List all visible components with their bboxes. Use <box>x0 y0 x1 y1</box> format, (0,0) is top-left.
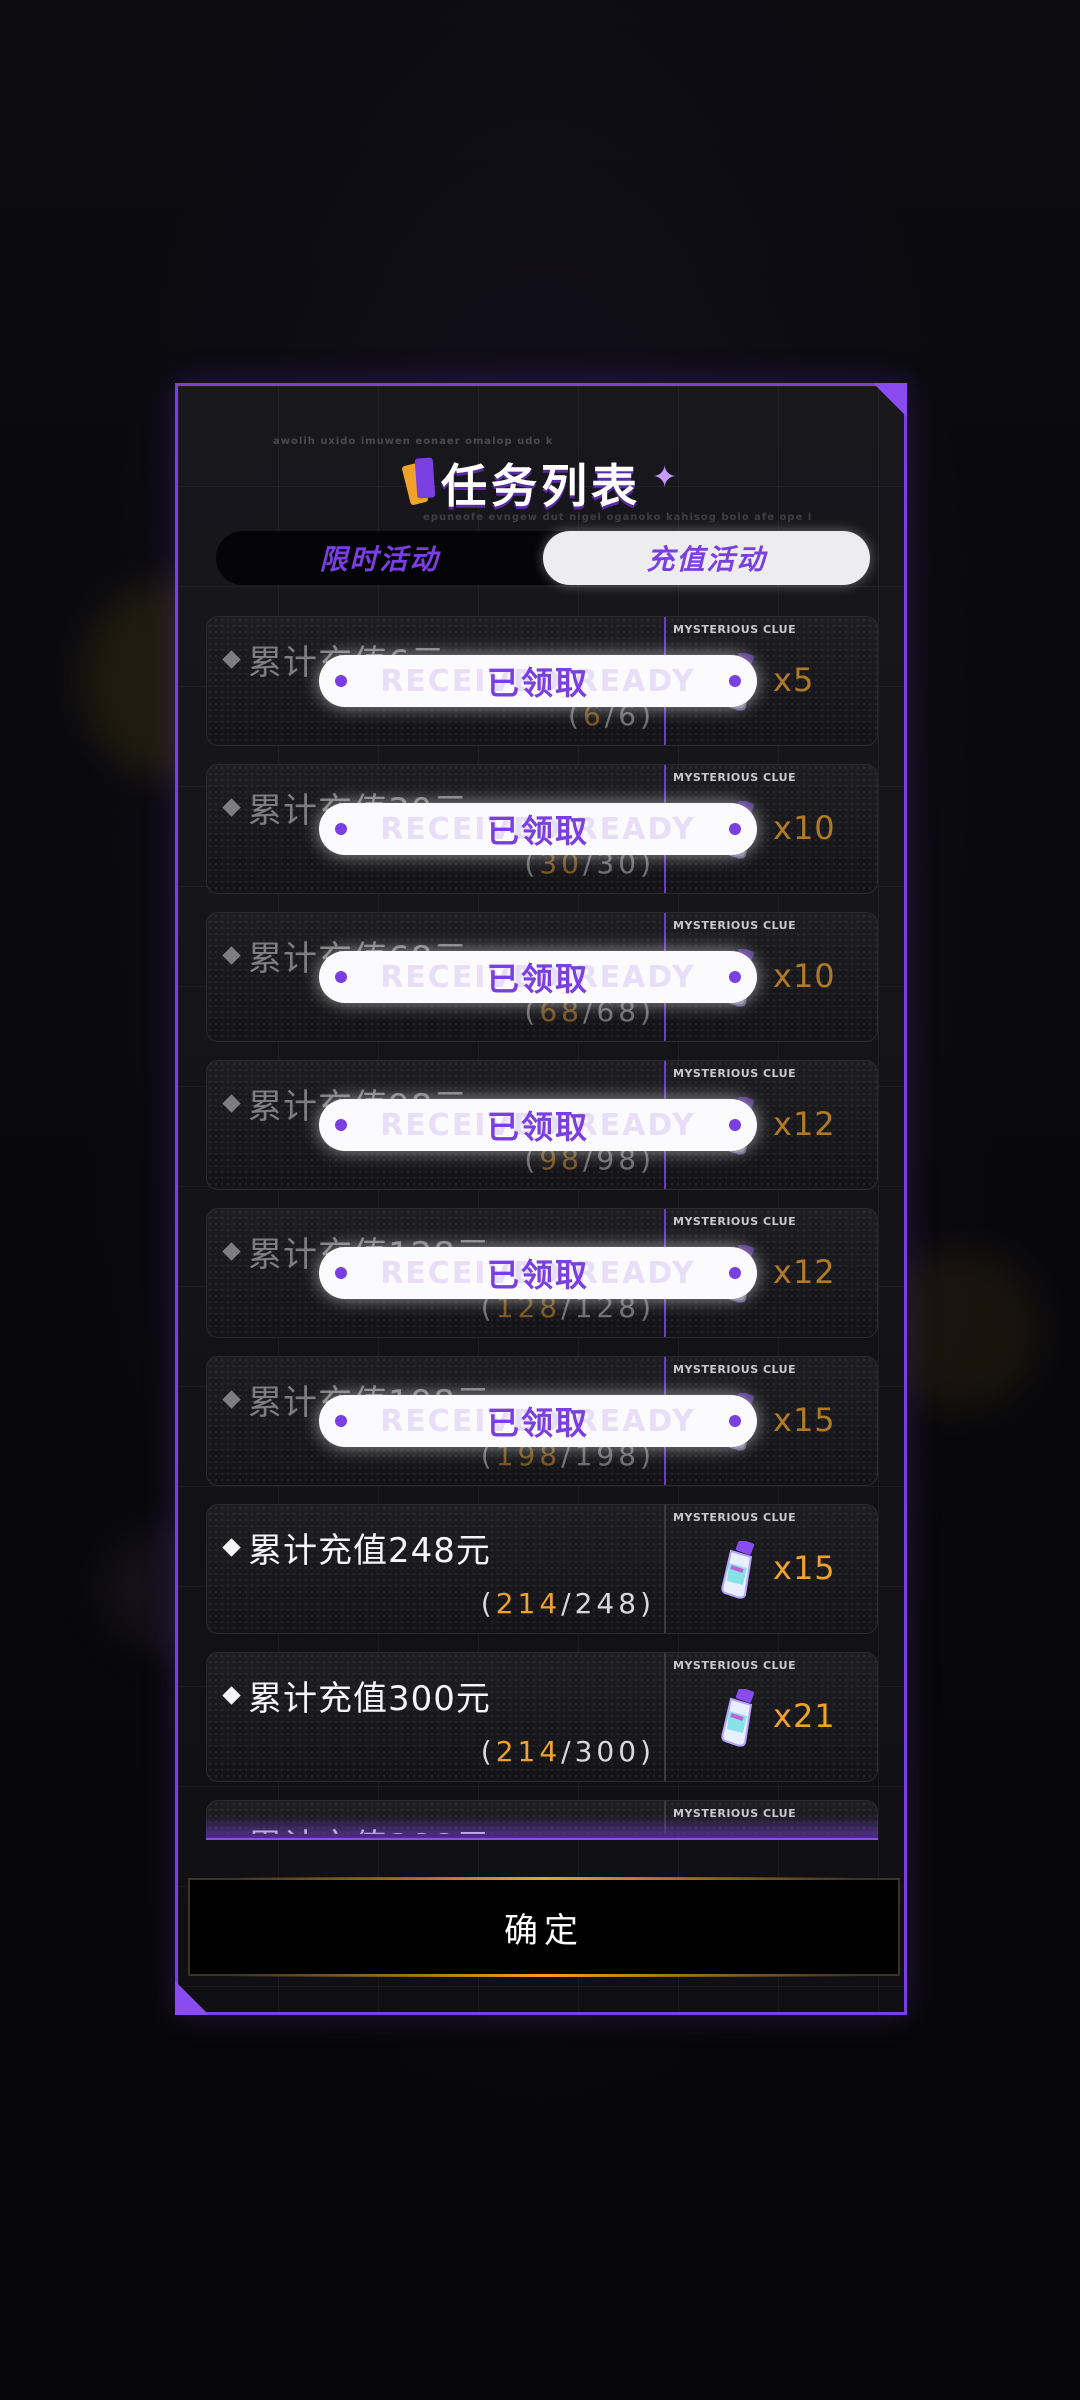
claimed-badge: RECEIVED READY 已领取 <box>319 803 757 855</box>
reward-divider <box>664 1653 666 1781</box>
dot-icon <box>335 1267 347 1279</box>
dot-icon <box>335 971 347 983</box>
dot-icon <box>729 823 741 835</box>
clue-bottle-icon <box>717 1687 763 1749</box>
task-label-text: 累计充值248元 <box>248 1531 491 1571</box>
reward-count: x15 <box>773 1549 836 1587</box>
dot-icon <box>335 675 347 687</box>
task-row: 累计充值198元(198/198)MYSTERIOUS CLUEx15RECEI… <box>206 1356 878 1486</box>
title-decor-text: awolih uxido imuwen eonaer omalop udo k <box>273 436 554 447</box>
diamond-bullet-icon <box>222 1686 241 1705</box>
reward-tag: MYSTERIOUS CLUE <box>673 623 797 636</box>
task-list[interactable]: 累计充值6元(6/6)MYSTERIOUS CLUEx5RECEIVED REA… <box>206 616 878 1834</box>
progress-current: 214 <box>495 1587 562 1620</box>
tab-bar: 限时活动 充值活动 <box>216 531 870 585</box>
reward-count: x12 <box>773 1105 836 1143</box>
progress-target: 248 <box>574 1587 641 1620</box>
claimed-label: 已领取 <box>486 1404 589 1442</box>
reward-count: x10 <box>773 809 836 847</box>
reward-count: x21 <box>773 1697 836 1735</box>
claimed-badge: RECEIVED READY 已领取 <box>319 1247 757 1299</box>
diamond-bullet-icon <box>222 1094 241 1113</box>
dialog-title: 任务列表 <box>441 459 641 513</box>
task-label-text: 累计充值300元 <box>248 1679 491 1719</box>
task-row: 累计充值300元 (214/300) MYSTERIOUS CLUE x21 <box>206 1652 878 1782</box>
claimed-badge: RECEIVED READY 已领取 <box>319 1099 757 1151</box>
task-row: 累计充值6元(6/6)MYSTERIOUS CLUEx5RECEIVED REA… <box>206 616 878 746</box>
claimed-label: 已领取 <box>486 1256 589 1294</box>
task-row: 累计充值30元(30/30)MYSTERIOUS CLUEx10RECEIVED… <box>206 764 878 894</box>
dot-icon <box>729 1267 741 1279</box>
diamond-bullet-icon <box>222 1242 241 1261</box>
claimed-label: 已领取 <box>486 812 589 850</box>
tab-recharge-events[interactable]: 充值活动 <box>543 531 870 585</box>
reward-tag: MYSTERIOUS CLUE <box>673 771 797 784</box>
confirm-button[interactable]: 确定 <box>188 1877 900 1977</box>
claimed-badge: RECEIVED READY 已领取 <box>319 951 757 1003</box>
task-row: 累计充值248元 (214/248) MYSTERIOUS CLUE x15 <box>206 1504 878 1634</box>
tab-limited-events[interactable]: 限时活动 <box>216 531 543 585</box>
diamond-bullet-icon <box>222 946 241 965</box>
dialog-header: awolih uxido imuwen eonaer omalop udo k … <box>178 416 904 526</box>
task-row: 累计充值68元(68/68)MYSTERIOUS CLUEx10RECEIVED… <box>206 912 878 1042</box>
dot-icon <box>335 823 347 835</box>
reward-count: x15 <box>773 1401 836 1439</box>
corner-accent <box>873 383 907 417</box>
task-progress: (214/248) <box>480 1587 655 1620</box>
dot-icon <box>335 1119 347 1131</box>
reward-tag: MYSTERIOUS CLUE <box>673 1067 797 1080</box>
task-progress: (214/300) <box>480 1735 655 1768</box>
sparkle-icon: ✦ <box>652 460 678 495</box>
clue-bottle-icon <box>717 1539 763 1601</box>
diamond-bullet-icon <box>222 1390 241 1409</box>
diamond-bullet-icon <box>222 1538 241 1557</box>
task-list-dialog: awolih uxido imuwen eonaer omalop udo k … <box>175 383 907 2015</box>
reward-count: x12 <box>773 1253 836 1291</box>
reward-tag: MYSTERIOUS CLUE <box>673 1511 797 1524</box>
claimed-label: 已领取 <box>486 1108 589 1146</box>
title-decor-text: epuneofe evngew dut nigel oganoko kahiso… <box>423 512 813 523</box>
dot-icon <box>335 1415 347 1427</box>
claimed-badge: RECEIVED READY 已领取 <box>319 655 757 707</box>
claimed-label: 已领取 <box>486 960 589 998</box>
list-scroll-fade <box>206 1816 878 1840</box>
diamond-bullet-icon <box>222 798 241 817</box>
task-row: 累计充值98元(98/98)MYSTERIOUS CLUEx12RECEIVED… <box>206 1060 878 1190</box>
task-label: 累计充值248元 <box>222 1523 491 1572</box>
progress-current: 214 <box>495 1735 562 1768</box>
claimed-label: 已领取 <box>486 664 589 702</box>
reward-tag: MYSTERIOUS CLUE <box>673 919 797 932</box>
task-row: 累计充值128元(128/128)MYSTERIOUS CLUEx12RECEI… <box>206 1208 878 1338</box>
dot-icon <box>729 675 741 687</box>
dot-icon <box>729 971 741 983</box>
reward-tag: MYSTERIOUS CLUE <box>673 1363 797 1376</box>
dot-icon <box>729 1119 741 1131</box>
task-label: 累计充值300元 <box>222 1671 491 1720</box>
reward-tag: MYSTERIOUS CLUE <box>673 1215 797 1228</box>
reward-count: x10 <box>773 957 836 995</box>
claimed-badge: RECEIVED READY 已领取 <box>319 1395 757 1447</box>
corner-accent <box>175 1981 209 2015</box>
progress-target: 300 <box>574 1735 641 1768</box>
reward-tag: MYSTERIOUS CLUE <box>673 1659 797 1672</box>
reward-divider <box>664 1505 666 1633</box>
diamond-bullet-icon <box>222 650 241 669</box>
dot-icon <box>729 1415 741 1427</box>
reward-count: x5 <box>773 661 815 699</box>
